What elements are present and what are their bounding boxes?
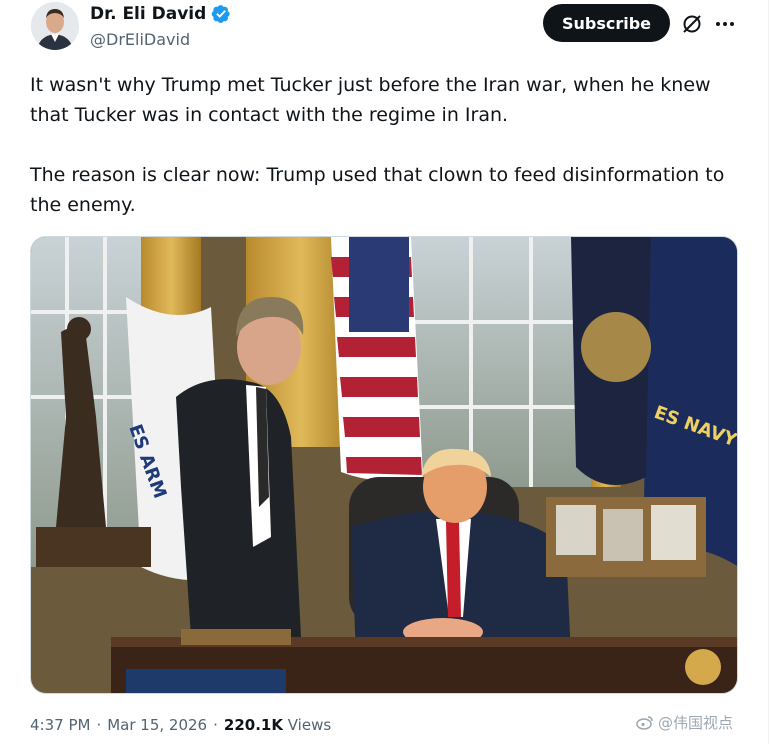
meta-separator-1: ·: [96, 716, 102, 734]
author-avatar[interactable]: [31, 2, 79, 50]
more-dots-icon[interactable]: [713, 12, 737, 36]
tweet-card: Dr. Eli David @DrEliDavid Subscribe It w…: [0, 0, 769, 744]
author-handle[interactable]: @DrEliDavid: [90, 30, 190, 49]
post-photo[interactable]: ES ARM ES NAVY: [30, 236, 738, 694]
post-text-paragraph-2: The reason is clear now: Trump used that…: [30, 164, 725, 216]
post-time[interactable]: 4:37 PM: [30, 716, 90, 734]
views-label: Views: [287, 716, 332, 734]
author-name-row: Dr. Eli David: [90, 4, 231, 24]
avatar-image: [31, 2, 79, 50]
grok-slash-icon[interactable]: [680, 12, 704, 36]
weibo-logo-icon: [636, 715, 653, 730]
verified-badge-icon[interactable]: [211, 4, 231, 24]
post-meta: 4:37 PM · Mar 15, 2026 · 220.1K Views: [30, 716, 331, 734]
post-date[interactable]: Mar 15, 2026: [107, 716, 207, 734]
subscribe-button[interactable]: Subscribe: [543, 4, 670, 42]
post-text-paragraph-1: It wasn't why Trump met Tucker just befo…: [30, 74, 711, 126]
views-count[interactable]: 220.1K: [224, 716, 283, 734]
oval-office-photo: ES ARM ES NAVY: [31, 237, 737, 693]
meta-separator-2: ·: [213, 716, 218, 734]
watermark: @伟国视点: [636, 712, 733, 733]
watermark-text: @伟国视点: [658, 714, 734, 732]
author-display-name[interactable]: Dr. Eli David: [90, 4, 206, 24]
